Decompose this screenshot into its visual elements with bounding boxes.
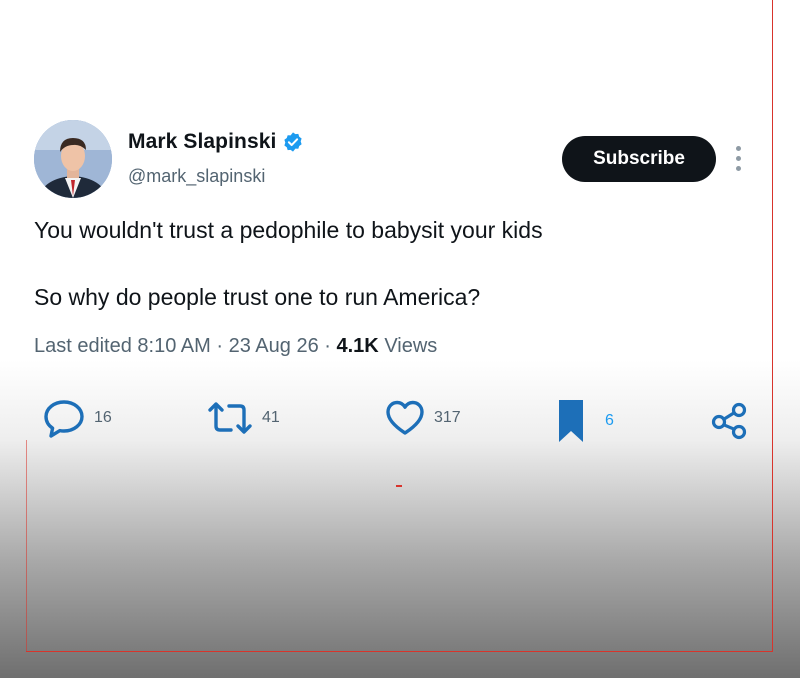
frame-border-right [772, 0, 773, 652]
like-button[interactable]: 317 [384, 398, 461, 438]
tweet-date[interactable]: 23 Aug 26 [229, 335, 319, 357]
reply-button[interactable]: 16 [42, 398, 112, 438]
bookmark-icon [559, 400, 583, 442]
retweet-count: 41 [262, 409, 280, 426]
meta-separator: · [324, 335, 331, 357]
frame-border-left [26, 440, 27, 652]
author-name-row: Mark Slapinski [128, 130, 304, 154]
retweet-icon [208, 402, 252, 434]
subscribe-button[interactable]: Subscribe [562, 136, 716, 182]
tweet-text-line-1: You wouldn't trust a pedophile to babysi… [34, 217, 543, 243]
tweet-meta: Last edited 8:10 AM · 23 Aug 26 · 4.1K V… [34, 335, 437, 358]
share-button[interactable] [710, 402, 748, 440]
heart-icon [386, 400, 424, 435]
bookmark-count: 6 [605, 412, 614, 429]
author-handle[interactable]: @mark_slapinski [128, 166, 265, 187]
retweet-button[interactable]: 41 [206, 398, 280, 438]
more-vertical-icon[interactable] [734, 146, 742, 174]
frame-border-bottom [26, 651, 773, 652]
verified-badge-icon [284, 132, 303, 152]
bookmark-button[interactable]: 6 [557, 398, 614, 444]
share-icon [711, 402, 747, 440]
views-label: Views [384, 335, 438, 357]
author-name[interactable]: Mark Slapinski [128, 130, 276, 154]
views-count: 4.1K [336, 335, 379, 357]
reply-icon [44, 400, 84, 438]
avatar[interactable] [34, 120, 112, 198]
like-count: 317 [434, 409, 461, 426]
meta-separator: · [216, 335, 224, 357]
avatar-image [34, 120, 112, 198]
tweet-text-line-2: So why do people trust one to run Americ… [34, 284, 481, 310]
edited-label[interactable]: Last edited [34, 335, 132, 357]
reply-count: 16 [94, 409, 112, 426]
tweet-time[interactable]: 8:10 AM [137, 335, 210, 357]
red-mark [396, 485, 402, 487]
